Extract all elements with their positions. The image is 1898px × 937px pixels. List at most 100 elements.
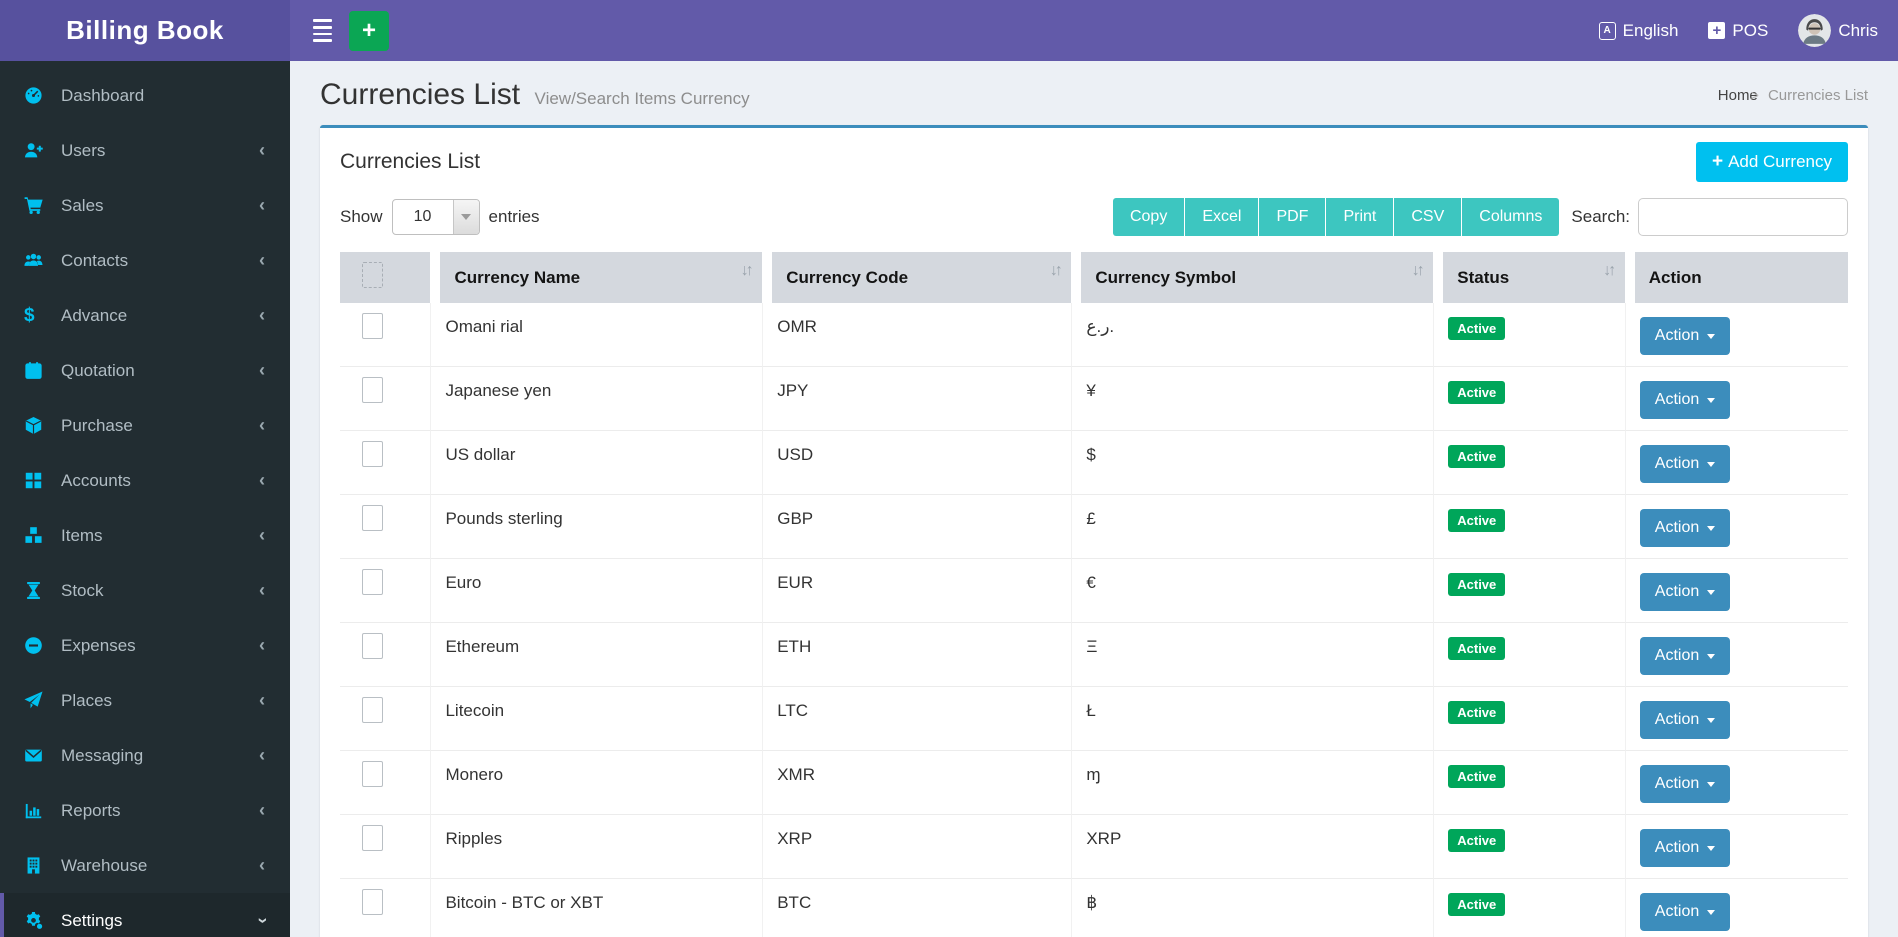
pdf-export-button[interactable]: PDF	[1259, 198, 1327, 236]
sidebar-item-warehouse[interactable]: Warehouse ‹	[0, 838, 290, 893]
sidebar-item-label: Warehouse	[61, 855, 148, 875]
search-input[interactable]	[1638, 198, 1848, 236]
row-checkbox[interactable]	[362, 761, 383, 787]
action-dropdown-button[interactable]: Action	[1639, 445, 1731, 483]
sidebar-item-contacts[interactable]: Contacts ‹	[0, 233, 290, 288]
currency-code-cell: BTC	[762, 879, 1072, 937]
currency-code-cell: LTC	[762, 687, 1072, 751]
column-header-currency-code[interactable]: Currency Code ↓↑	[762, 252, 1072, 303]
row-checkbox[interactable]	[362, 569, 383, 595]
sidebar-item-quotation[interactable]: Quotation ‹	[0, 343, 290, 398]
status-cell: Active	[1433, 495, 1625, 559]
language-label: English	[1622, 20, 1679, 40]
sidebar-toggle-button[interactable]	[305, 11, 339, 51]
sidebar-item-expenses[interactable]: Expenses ‹	[0, 618, 290, 673]
row-checkbox[interactable]	[362, 825, 383, 851]
brand-logo[interactable]: Billing Book	[0, 0, 290, 61]
sidebar-item-reports[interactable]: Reports ‹	[0, 783, 290, 838]
caret-down-icon	[1707, 333, 1716, 339]
columns-export-button[interactable]: Columns	[1462, 198, 1560, 236]
sort-icon: ↓↑	[1411, 262, 1425, 279]
row-checkbox[interactable]	[362, 377, 383, 403]
cube-icon	[24, 416, 54, 435]
sidebar-item-purchase[interactable]: Purchase ‹	[0, 398, 290, 453]
currency-code-cell: USD	[762, 431, 1072, 495]
sidebar-item-accounts[interactable]: Accounts ‹	[0, 453, 290, 508]
user-menu[interactable]: Chris	[1798, 14, 1878, 47]
sidebar-item-places[interactable]: Places ‹	[0, 673, 290, 728]
sidebar-item-messaging[interactable]: Messaging ‹	[0, 728, 290, 783]
sidebar-item-stock[interactable]: Stock ‹	[0, 563, 290, 618]
sidebar-item-settings[interactable]: Settings ‹	[0, 893, 290, 937]
print-export-button[interactable]: Print	[1326, 198, 1395, 236]
brand-title: Billing Book	[66, 15, 224, 45]
sort-icon: ↓↑	[1049, 262, 1063, 279]
column-header-action: Action	[1624, 252, 1848, 303]
currency-name-cell: Omani rial	[430, 303, 763, 367]
action-button-label: Action	[1654, 775, 1700, 792]
sidebar-item-label: Sales	[61, 195, 104, 215]
page-heading: Currencies List View/Search Items Curren…	[320, 78, 750, 112]
status-badge: Active	[1448, 445, 1506, 468]
action-dropdown-button[interactable]: Action	[1639, 701, 1731, 739]
currency-name-cell: Litecoin	[430, 687, 763, 751]
column-header-currency-symbol[interactable]: Currency Symbol ↓↑	[1071, 252, 1434, 303]
row-checkbox-cell	[340, 495, 431, 559]
row-checkbox[interactable]	[362, 889, 383, 915]
action-dropdown-button[interactable]: Action	[1639, 573, 1731, 611]
pos-label: POS	[1732, 20, 1769, 40]
copy-export-button[interactable]: Copy	[1112, 198, 1186, 236]
plus-icon: +	[361, 16, 376, 44]
row-checkbox-cell	[340, 303, 431, 367]
sidebar-item-advance[interactable]: $ Advance ‹	[0, 288, 290, 343]
status-badge: Active	[1448, 893, 1506, 916]
sidebar-item-sales[interactable]: Sales ‹	[0, 178, 290, 233]
table-row: Monero XMR ɱ Active Action	[340, 751, 1848, 815]
table-row: Euro EUR € Active Action	[340, 559, 1848, 623]
action-dropdown-button[interactable]: Action	[1639, 509, 1731, 547]
action-cell: Action	[1624, 431, 1848, 495]
sidebar-item-items[interactable]: Items ‹	[0, 508, 290, 563]
status-cell: Active	[1433, 303, 1625, 367]
action-button-label: Action	[1654, 839, 1700, 856]
csv-export-button[interactable]: CSV	[1394, 198, 1463, 236]
column-header-label: Action	[1648, 267, 1702, 287]
action-dropdown-button[interactable]: Action	[1639, 637, 1731, 675]
status-badge: Active	[1448, 573, 1506, 596]
chevron-left-icon: ‹	[259, 635, 265, 655]
row-checkbox-cell	[340, 751, 431, 815]
row-checkbox[interactable]	[362, 697, 383, 723]
status-cell: Active	[1433, 751, 1625, 815]
action-dropdown-button[interactable]: Action	[1639, 381, 1731, 419]
panel-header: Currencies List + Add Currency	[320, 128, 1868, 184]
action-button-label: Action	[1654, 327, 1700, 344]
breadcrumb-home-link[interactable]: Home	[1712, 87, 1758, 104]
excel-export-button[interactable]: Excel	[1185, 198, 1260, 236]
add-currency-button[interactable]: + Add Currency	[1695, 142, 1848, 182]
select-all-checkbox[interactable]	[362, 262, 383, 288]
row-checkbox[interactable]	[362, 633, 383, 659]
action-dropdown-button[interactable]: Action	[1639, 317, 1731, 355]
content-header: Currencies List View/Search Items Curren…	[290, 61, 1898, 125]
action-dropdown-button[interactable]: Action	[1639, 893, 1731, 931]
dashboard-icon	[24, 86, 54, 105]
quick-add-button[interactable]: +	[349, 10, 389, 51]
column-header-status[interactable]: Status ↓↑	[1433, 252, 1625, 303]
select-all-header[interactable]	[340, 252, 431, 303]
language-menu[interactable]: A English	[1598, 20, 1679, 41]
row-checkbox[interactable]	[362, 441, 383, 467]
row-checkbox[interactable]	[362, 313, 383, 339]
action-dropdown-button[interactable]: Action	[1639, 829, 1731, 867]
currency-symbol-cell: ɱ	[1071, 751, 1434, 815]
sidebar-item-users[interactable]: Users ‹	[0, 123, 290, 178]
paper-plane-icon	[24, 691, 54, 710]
action-button-label: Action	[1654, 519, 1700, 536]
pos-button[interactable]: + POS	[1708, 21, 1768, 41]
sidebar-item-dashboard[interactable]: Dashboard	[0, 68, 290, 123]
entries-select[interactable]: 10	[391, 199, 480, 235]
user-name: Chris	[1838, 20, 1878, 40]
page-title: Currencies List	[320, 78, 521, 111]
action-dropdown-button[interactable]: Action	[1639, 765, 1731, 803]
row-checkbox[interactable]	[362, 505, 383, 531]
column-header-currency-name[interactable]: Currency Name ↓↑	[430, 252, 763, 303]
